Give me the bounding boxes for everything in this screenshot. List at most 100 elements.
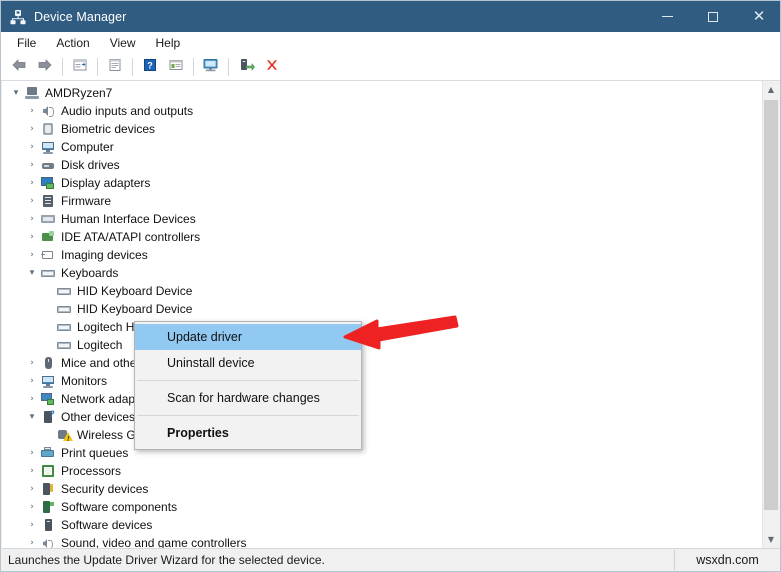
chevron-right-icon[interactable]: › [24,390,40,408]
context-menu-item-label: Update driver [167,330,243,344]
chevron-right-icon[interactable]: › [24,498,40,516]
keyboard-icon [56,301,72,317]
minimize-icon [661,16,673,17]
chevron-right-icon[interactable]: › [24,480,40,498]
chevron-right-icon[interactable]: › [24,516,40,534]
tree-item-print-queues[interactable]: › Print queues [2,444,763,462]
tree-item-firmware[interactable]: › Firmware [2,192,763,210]
tree-item-label: Audio inputs and outputs [61,104,194,118]
back-button[interactable] [7,56,31,79]
network-adapter-icon [40,391,56,407]
tree-item-security-devices[interactable]: › Security devices [2,480,763,498]
tree-item-label: Security devices [61,482,149,496]
tree-item-computer[interactable]: › Computer [2,138,763,156]
maximize-button[interactable] [690,1,736,32]
forward-button[interactable] [33,56,57,79]
properties-button[interactable] [103,56,127,79]
chevron-down-icon[interactable]: ▾ [8,84,24,102]
tree-item-other-devices[interactable]: ▾ ? Other devices [2,408,763,426]
chevron-right-icon[interactable]: › [24,120,40,138]
tree-item-hid-keyboard-device[interactable]: HID Keyboard Device [2,282,763,300]
tree-item-human-interface-devices[interactable]: › Human Interface Devices [2,210,763,228]
chevron-right-icon[interactable]: › [24,138,40,156]
status-message: Launches the Update Driver Wizard for th… [8,552,325,567]
scroll-down-arrow-icon[interactable]: ▼ [763,531,779,548]
menu-bar: File Action View Help [1,32,780,54]
context-menu-item-scan-for-hardware-changes[interactable]: Scan for hardware changes [135,385,361,411]
context-menu: Update driver Uninstall device Scan for … [134,321,362,450]
vertical-scrollbar[interactable]: ▲ ▼ [762,81,779,548]
chevron-right-icon[interactable]: › [24,444,40,462]
tree-item-label: HID Keyboard Device [77,302,193,316]
chevron-right-icon[interactable]: › [24,102,40,120]
tree-item-display-adapters[interactable]: › Display adapters [2,174,763,192]
tree-item-amdryzen7[interactable]: ▾ AMDRyzen7 [2,84,763,102]
tree-item-logitech[interactable]: Logitech [2,336,763,354]
tree-item-label: Imaging devices [61,248,148,262]
chevron-right-icon[interactable]: › [24,534,40,548]
tree-item-monitors[interactable]: › Monitors [2,372,763,390]
scan-hardware-changes-icon [201,57,221,78]
tree-item-hid-keyboard-device[interactable]: HID Keyboard Device [2,300,763,318]
tree-item-software-devices[interactable]: › Software devices [2,516,763,534]
tree-item-biometric-devices[interactable]: › Biometric devices [2,120,763,138]
help-button[interactable]: ? [138,56,162,79]
mouse-icon [40,355,56,371]
imaging-icon [40,247,56,263]
context-menu-item-properties[interactable]: Properties [135,420,361,446]
chevron-right-icon[interactable]: › [24,462,40,480]
biometric-icon [40,121,56,137]
chevron-right-icon[interactable]: › [24,354,40,372]
sound-icon [40,535,56,548]
chevron-right-icon[interactable]: › [24,174,40,192]
update-driver-button[interactable] [164,56,188,79]
tree-item-audio-inputs-and-outputs[interactable]: › Audio inputs and outputs [2,102,763,120]
menu-file[interactable]: File [8,34,45,52]
show-hide-console-tree-button[interactable] [68,56,92,79]
tree-item-keyboards[interactable]: ▾ Keyboards [2,264,763,282]
device-manager-window: Device Manager ✕ File Action View Help ?… [0,0,781,572]
tree-item-sound-video-and-game-controllers[interactable]: › Sound, video and game controllers [2,534,763,548]
tree-item-label: Processors [61,464,122,478]
context-menu-item-update-driver[interactable]: Update driver [135,324,361,350]
update-driver-icon [167,57,185,78]
tree-item-label: Computer [61,140,114,154]
chevron-right-icon[interactable]: › [24,210,40,228]
chevron-right-icon[interactable]: › [24,246,40,264]
scroll-up-arrow-icon[interactable]: ▲ [763,81,779,98]
chevron-right-icon[interactable]: › [24,192,40,210]
tree-item-wireless-gamepad-f710[interactable]: ! Wireless Gamepad F710 [2,426,763,444]
context-menu-item-uninstall-device[interactable]: Uninstall device [135,350,361,376]
tree-item-imaging-devices[interactable]: › Imaging devices [2,246,763,264]
context-menu-item-label: Scan for hardware changes [167,391,320,405]
menu-action[interactable]: Action [47,34,98,52]
chevron-down-icon[interactable]: ▾ [24,408,40,426]
tree-item-mice-and-other-pointing-devices[interactable]: › Mice and other pointing devices [2,354,763,372]
scrollbar-thumb[interactable] [764,100,778,510]
uninstall-device-icon [263,57,281,78]
tree-item-label: Display adapters [61,176,151,190]
uninstall-device-button[interactable] [260,56,284,79]
software-component-icon [40,499,56,515]
menu-view[interactable]: View [101,34,145,52]
device-manager-icon [10,9,26,25]
gamepad-warning-icon: ! [56,427,73,443]
device-tree-pane[interactable]: ▾ AMDRyzen7 › Audio inputs and outputs › [2,81,763,548]
hid-icon [40,211,56,227]
chevron-right-icon[interactable]: › [24,228,40,246]
scan-hardware-changes-button[interactable] [199,56,223,79]
minimize-button[interactable] [644,1,690,32]
tree-item-software-components[interactable]: › Software components [2,498,763,516]
chevron-down-icon[interactable]: ▾ [24,264,40,282]
chevron-right-icon[interactable]: › [24,156,40,174]
tree-item-disk-drives[interactable]: › Disk drives [2,156,763,174]
enable-device-button[interactable] [234,56,258,79]
tree-item-logitech-unifying-keyboard[interactable]: Logitech HID-compliant Unifying keyboard [2,318,763,336]
tree-item-processors[interactable]: › Processors [2,462,763,480]
chevron-right-icon[interactable]: › [24,372,40,390]
tree-item-ide-ata-atapi-controllers[interactable]: › IDE ATA/ATAPI controllers [2,228,763,246]
menu-help[interactable]: Help [147,34,190,52]
tree-item-network-adapters[interactable]: › Network adapters [2,390,763,408]
close-button[interactable]: ✕ [736,1,780,32]
tree-item-label: IDE ATA/ATAPI controllers [61,230,201,244]
